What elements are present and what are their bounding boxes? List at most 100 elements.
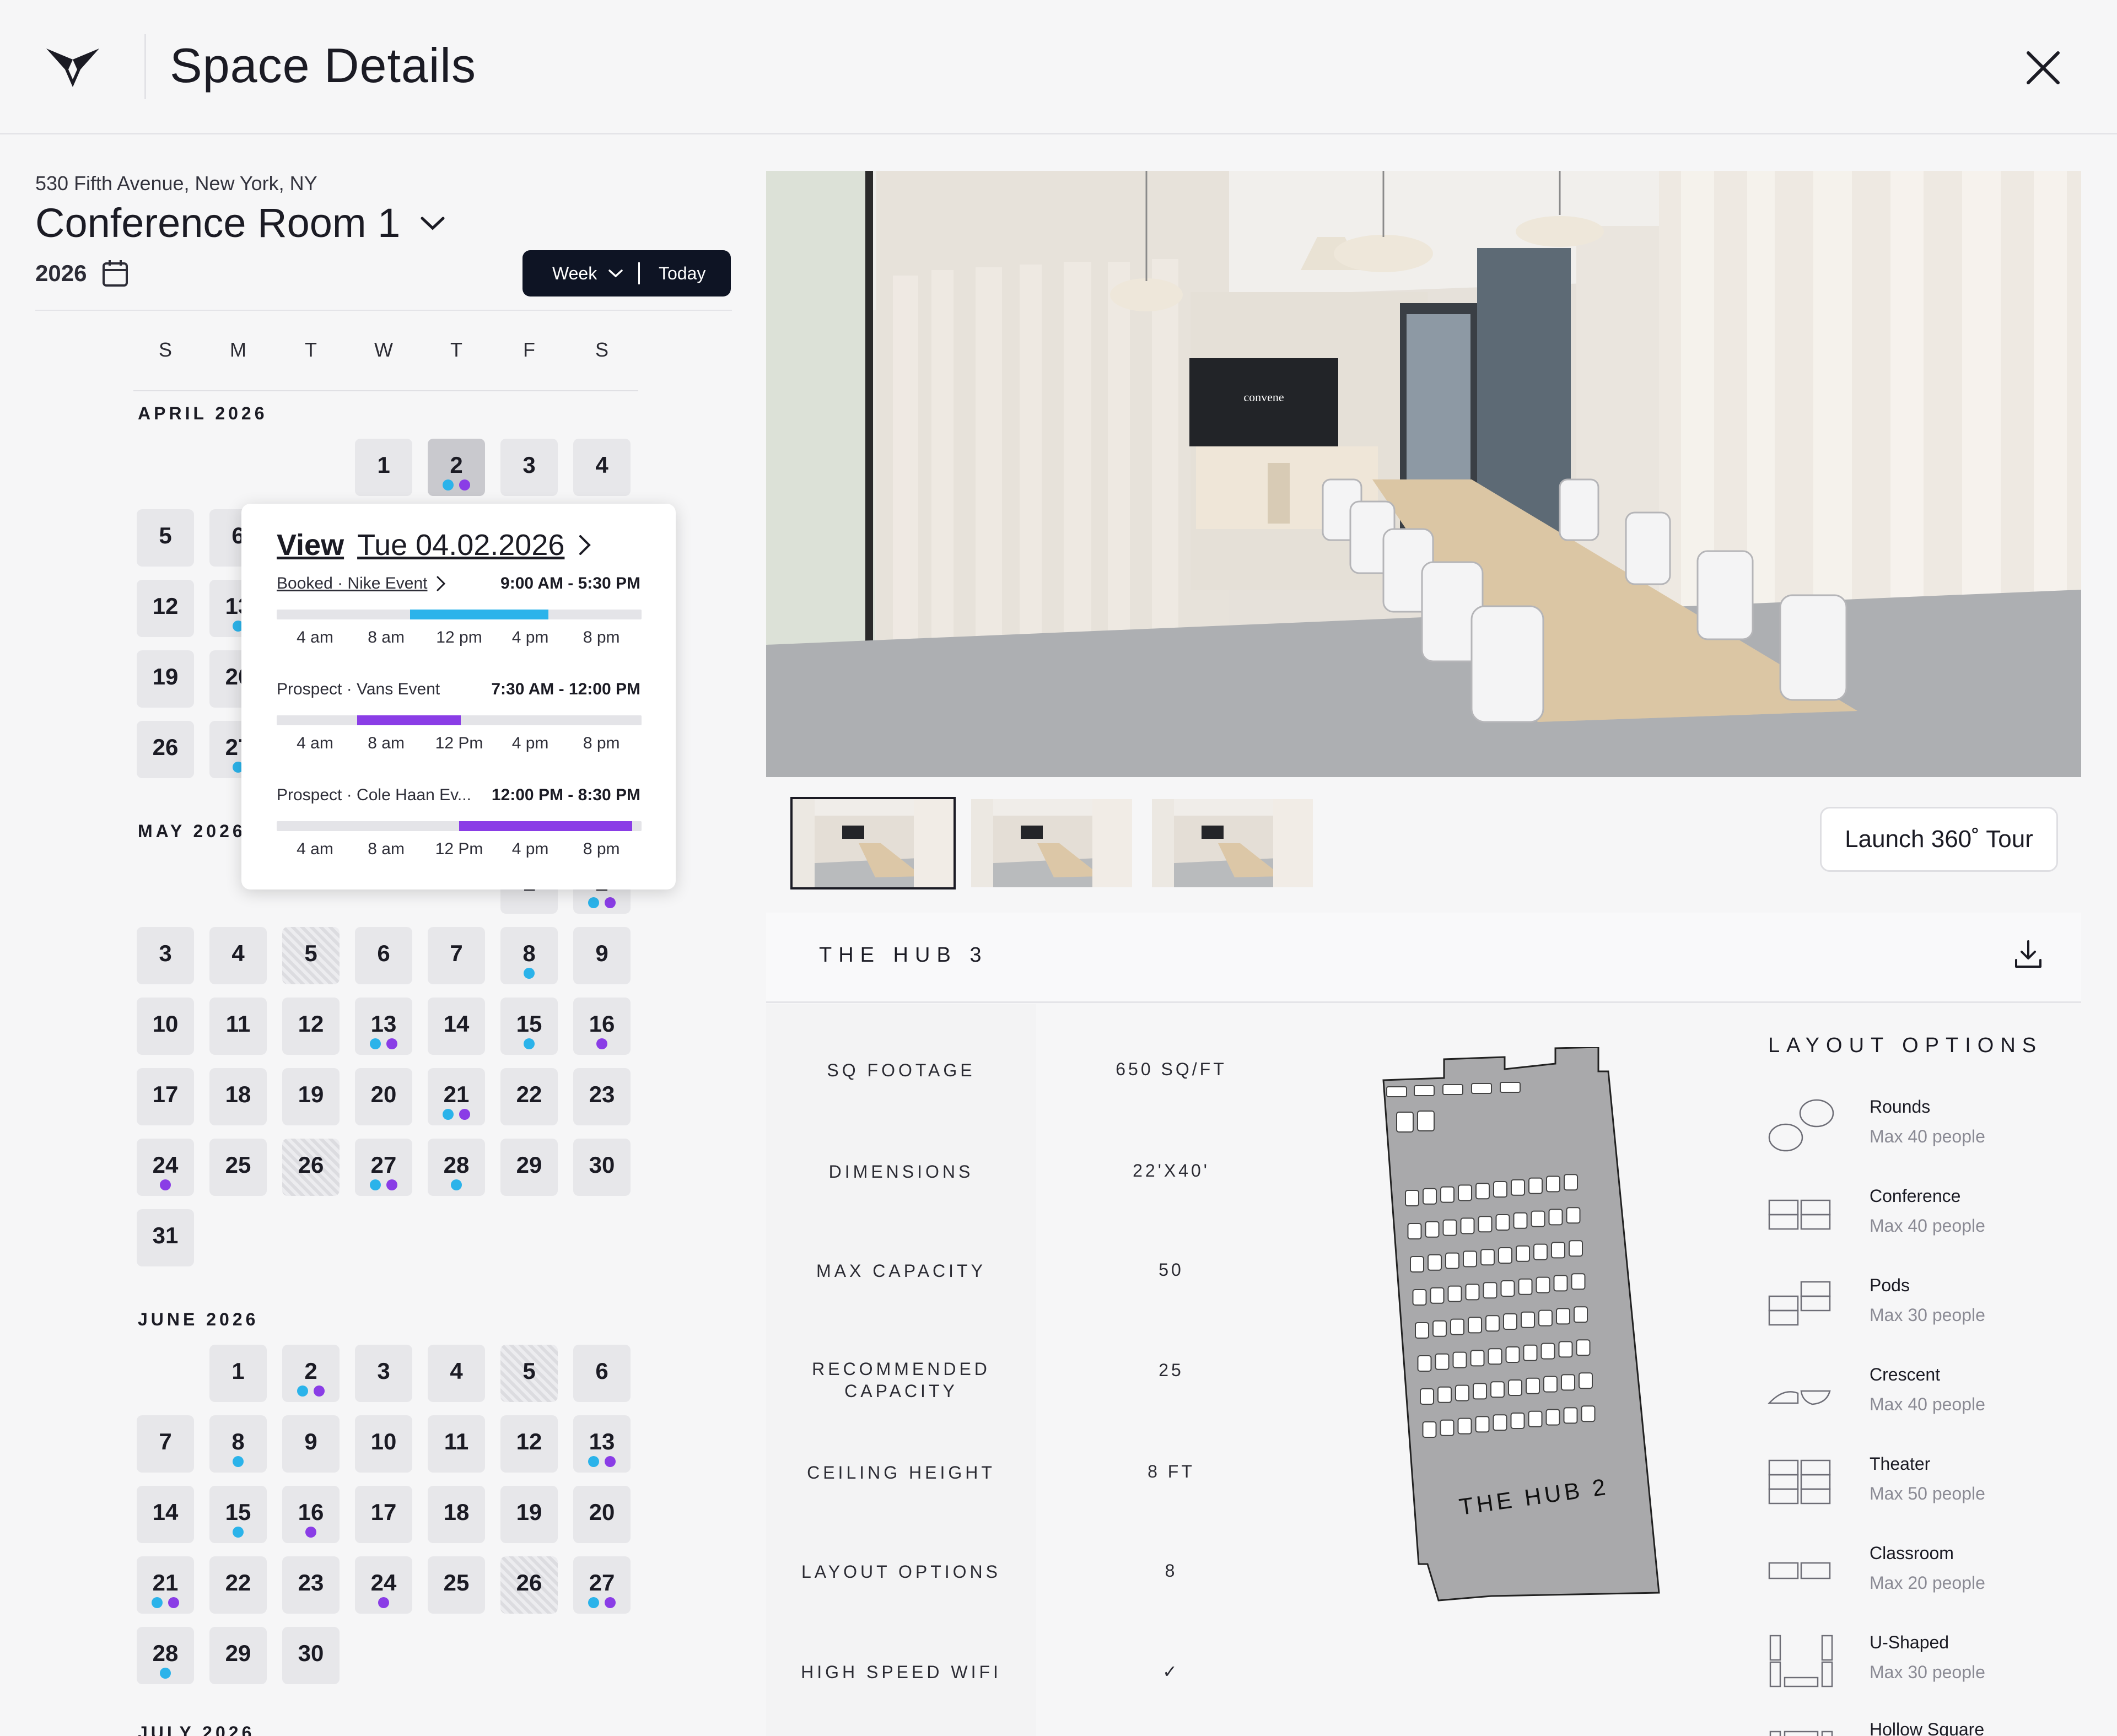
calendar-day[interactable]: 29 <box>500 1139 558 1196</box>
calendar-day[interactable]: 20 <box>573 1486 631 1543</box>
calendar-day[interactable]: 20 <box>355 1068 412 1125</box>
layout-option-name[interactable]: Rounds <box>1870 1097 1930 1117</box>
event-label[interactable]: Prospect · Vans Event <box>277 680 440 699</box>
calendar-day[interactable]: 25 <box>428 1556 485 1614</box>
calendar-day[interactable]: 7 <box>428 927 485 984</box>
calendar-icon[interactable] <box>102 259 128 288</box>
theater-layout-icon[interactable] <box>1767 1455 1839 1510</box>
brand-logo-icon[interactable] <box>45 45 100 89</box>
calendar-day[interactable]: 19 <box>282 1068 340 1125</box>
calendar-day[interactable]: 22 <box>500 1068 558 1125</box>
calendar-day[interactable]: 14 <box>428 998 485 1055</box>
calendar-day[interactable]: 3 <box>500 439 558 496</box>
calendar-day[interactable]: 24 <box>137 1139 194 1196</box>
calendar-day[interactable]: 17 <box>137 1068 194 1125</box>
room-selector[interactable]: Conference Room 1 <box>35 200 445 246</box>
calendar-day[interactable]: 9 <box>573 927 631 984</box>
calendar-day[interactable]: 28 <box>428 1139 485 1196</box>
calendar-day[interactable]: 5 <box>282 927 340 984</box>
chevron-right-icon[interactable] <box>435 575 446 592</box>
calendar-day[interactable]: 30 <box>573 1139 631 1196</box>
calendar-day[interactable]: 3 <box>137 927 194 984</box>
calendar-day[interactable]: 28 <box>137 1627 194 1684</box>
popup-title[interactable]: View Tue 04.02.2026 <box>277 528 592 562</box>
calendar-day[interactable]: 26 <box>137 721 194 778</box>
calendar-day[interactable]: 25 <box>209 1139 267 1196</box>
calendar-day[interactable]: 27 <box>573 1556 631 1614</box>
calendar-day[interactable]: 31 <box>137 1209 194 1266</box>
photo-thumbnail[interactable] <box>790 797 956 889</box>
calendar-day[interactable]: 6 <box>355 927 412 984</box>
calendar-day[interactable]: 30 <box>282 1627 340 1684</box>
calendar-day[interactable]: 6 <box>573 1345 631 1402</box>
layout-option-name[interactable]: Theater <box>1870 1454 1930 1474</box>
calendar-day[interactable]: 10 <box>355 1415 412 1473</box>
calendar-day[interactable]: 19 <box>500 1486 558 1543</box>
today-button[interactable]: Today <box>640 263 705 284</box>
pods-layout-icon[interactable] <box>1767 1276 1839 1331</box>
layout-option-name[interactable]: Conference <box>1870 1186 1960 1206</box>
calendar-day[interactable]: 15 <box>500 998 558 1055</box>
calendar-day[interactable]: 5 <box>500 1345 558 1402</box>
calendar-day[interactable]: 24 <box>355 1556 412 1614</box>
calendar-day[interactable]: 14 <box>137 1486 194 1543</box>
layout-option-name[interactable]: Hollow Square <box>1870 1719 1984 1736</box>
calendar-day[interactable]: 21 <box>428 1068 485 1125</box>
year-selector[interactable]: 2026 <box>35 259 128 288</box>
calendar-day[interactable]: 19 <box>137 650 194 708</box>
layout-option-name[interactable]: Pods <box>1870 1275 1910 1296</box>
calendar-day[interactable]: 9 <box>282 1415 340 1473</box>
calendar-day[interactable]: 29 <box>209 1627 267 1684</box>
calendar-day[interactable]: 12 <box>500 1415 558 1473</box>
calendar-day[interactable]: 1 <box>355 439 412 496</box>
calendar-day[interactable]: 4 <box>428 1345 485 1402</box>
calendar-day[interactable]: 21 <box>137 1556 194 1614</box>
calendar-day[interactable]: 4 <box>573 439 631 496</box>
calendar-day[interactable]: 1 <box>209 1345 267 1402</box>
photo-thumbnail[interactable] <box>971 799 1132 887</box>
calendar-day[interactable]: 15 <box>209 1486 267 1543</box>
calendar-day[interactable]: 2 <box>282 1345 340 1402</box>
calendar-day[interactable]: 18 <box>428 1486 485 1543</box>
calendar-day[interactable]: 4 <box>209 927 267 984</box>
calendar-day[interactable]: 13 <box>573 1415 631 1473</box>
photo-thumbnail[interactable] <box>1152 799 1313 887</box>
calendar-day[interactable]: 27 <box>355 1139 412 1196</box>
crescent-layout-icon[interactable] <box>1767 1366 1839 1421</box>
calendar-day[interactable]: 10 <box>137 998 194 1055</box>
launch-tour-button[interactable]: Launch 360˚ Tour <box>1820 807 2058 872</box>
layout-option-name[interactable]: Classroom <box>1870 1543 1954 1564</box>
calendar-day[interactable]: 7 <box>137 1415 194 1473</box>
calendar-day[interactable]: 8 <box>209 1415 267 1473</box>
event-label[interactable]: Booked · Nike Event <box>277 574 427 593</box>
layout-option-name[interactable]: Crescent <box>1870 1365 1940 1385</box>
u-shaped-layout-icon[interactable] <box>1767 1633 1839 1689</box>
calendar-day[interactable]: 23 <box>573 1068 631 1125</box>
calendar-day[interactable]: 11 <box>428 1415 485 1473</box>
calendar-day[interactable]: 2 <box>428 439 485 496</box>
hollow-square-layout-icon[interactable] <box>1767 1721 1839 1736</box>
calendar-day[interactable]: 8 <box>500 927 558 984</box>
calendar-day[interactable]: 18 <box>209 1068 267 1125</box>
calendar-day[interactable]: 12 <box>282 998 340 1055</box>
calendar-day[interactable]: 3 <box>355 1345 412 1402</box>
rounds-layout-icon[interactable] <box>1767 1098 1839 1153</box>
calendar-day[interactable]: 16 <box>573 998 631 1055</box>
calendar-day[interactable]: 26 <box>282 1139 340 1196</box>
calendar-day[interactable]: 22 <box>209 1556 267 1614</box>
calendar-day[interactable]: 16 <box>282 1486 340 1543</box>
close-icon[interactable] <box>2023 47 2064 88</box>
conference-layout-icon[interactable] <box>1767 1187 1839 1242</box>
event-label[interactable]: Prospect · Cole Haan Ev... <box>277 786 471 805</box>
calendar-day[interactable]: 26 <box>500 1556 558 1614</box>
classroom-layout-icon[interactable] <box>1767 1544 1839 1599</box>
calendar-day[interactable]: 5 <box>137 509 194 567</box>
calendar-day[interactable]: 13 <box>355 998 412 1055</box>
layout-option-name[interactable]: U-Shaped <box>1870 1632 1949 1653</box>
calendar-day[interactable]: 11 <box>209 998 267 1055</box>
calendar-day[interactable]: 12 <box>137 580 194 637</box>
week-dropdown[interactable]: Week <box>522 263 638 284</box>
calendar-day[interactable]: 17 <box>355 1486 412 1543</box>
calendar-day[interactable]: 23 <box>282 1556 340 1614</box>
download-icon[interactable] <box>2012 938 2045 971</box>
